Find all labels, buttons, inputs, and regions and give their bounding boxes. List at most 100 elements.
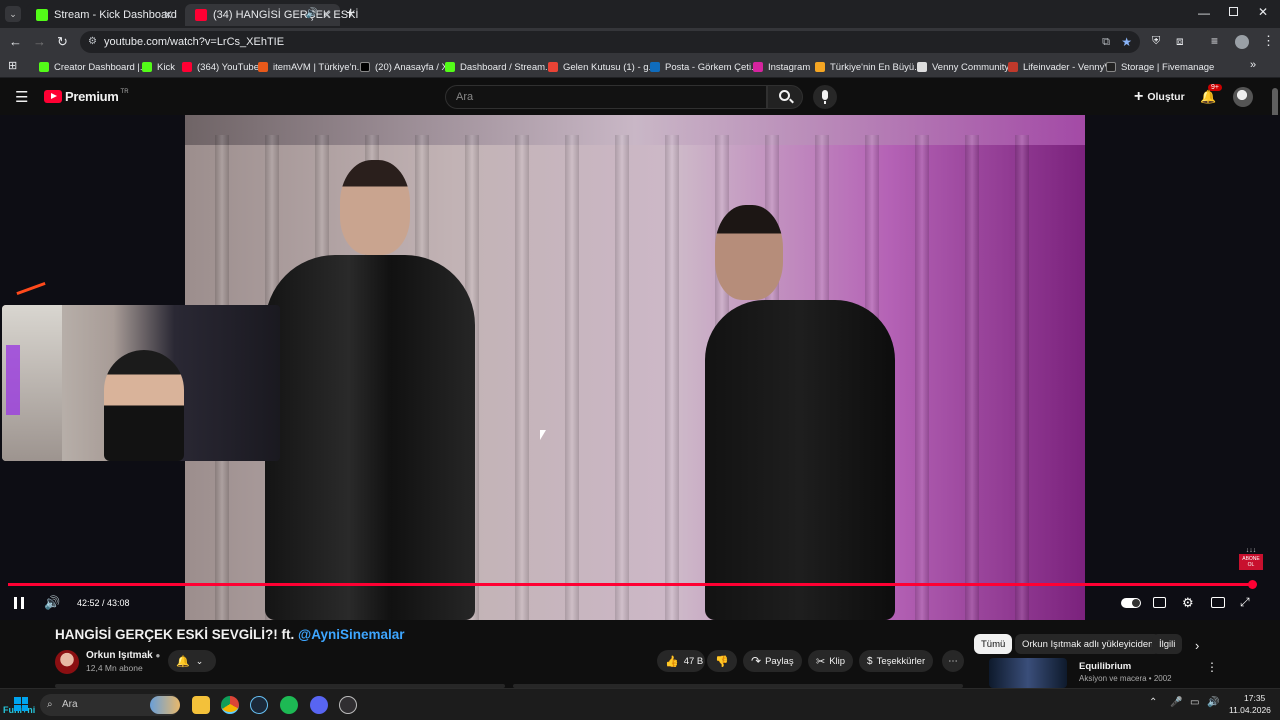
- video-player[interactable]: ↓↓↓ ABONE OL: [0, 115, 1280, 620]
- bookmark-item[interactable]: (364) YouTube: [182, 60, 259, 74]
- youtube-logo[interactable]: Premium TR: [44, 89, 129, 104]
- spotify-icon[interactable]: [280, 696, 298, 714]
- discord-icon[interactable]: [310, 696, 328, 714]
- bookmark-item[interactable]: Gelen Kutusu (1) - g...: [548, 60, 656, 74]
- recommendation-thumbnail[interactable]: [989, 658, 1067, 688]
- chip-related[interactable]: İlgili: [1152, 634, 1183, 654]
- thanks-button[interactable]: $ Teşekkürler: [859, 650, 934, 672]
- install-app-icon[interactable]: ⧉: [1102, 31, 1110, 53]
- notifications-button[interactable]: 🔔 9+: [1200, 84, 1222, 106]
- mention-link[interactable]: @AyniSinemalar: [298, 627, 404, 642]
- bookmark-item[interactable]: Türkiye'nin En Büyü...: [815, 60, 922, 74]
- minimize-icon[interactable]: —: [1198, 6, 1210, 20]
- browser-menu-icon[interactable]: ⋮: [1262, 33, 1275, 49]
- chip-from-uploader[interactable]: Orkun Işıtmak adlı yükleyiciden: [1015, 634, 1161, 654]
- more-bookmarks-icon[interactable]: »: [1250, 59, 1256, 71]
- taskbar-search[interactable]: ⌕ Ara: [40, 694, 180, 716]
- reload-icon[interactable]: ↻: [57, 34, 68, 50]
- bookmark-item[interactable]: Venny Community: [917, 60, 1009, 74]
- close-window-icon[interactable]: ✕: [1258, 5, 1268, 19]
- browser-toolbar: ← → ↻ ⚙ youtube.com/watch?v=LrCs_XEhTIE …: [0, 28, 1280, 56]
- bookmark-item[interactable]: itemAVM | Türkiye'n...: [258, 60, 365, 74]
- bookmark-item[interactable]: Posta - Görkem Çeti...: [650, 60, 759, 74]
- notification-bell-button[interactable]: 🔔 ⌄: [168, 650, 216, 672]
- extension-icon[interactable]: ⛨: [1152, 35, 1160, 48]
- clock-time[interactable]: 17:35: [1244, 693, 1265, 703]
- address-bar[interactable]: ⚙ youtube.com/watch?v=LrCs_XEhTIE ⧉ ★: [80, 31, 1140, 53]
- apps-grid-icon[interactable]: ⊞: [8, 59, 17, 72]
- extensions-puzzle-icon[interactable]: ⧈: [1176, 34, 1184, 49]
- pause-icon[interactable]: [14, 597, 24, 609]
- file-explorer-icon[interactable]: [192, 696, 210, 714]
- share-button[interactable]: ↷ Paylaş: [743, 650, 802, 672]
- bookmark-item[interactable]: Creator Dashboard |...: [39, 60, 148, 74]
- youtube-header: ☰ Premium TR Ara + Oluştur 🔔 9+: [0, 79, 1280, 115]
- bookmark-item[interactable]: Instagram: [753, 60, 810, 74]
- storage-icon: [1106, 62, 1116, 72]
- like-button[interactable]: 👍 47 B: [657, 650, 705, 672]
- restore-icon[interactable]: [1229, 7, 1238, 16]
- obs-icon[interactable]: [339, 696, 357, 714]
- subtitles-icon[interactable]: [1153, 597, 1166, 608]
- logo-swoosh: [16, 281, 46, 296]
- search-button[interactable]: [767, 85, 803, 109]
- hamburger-menu-icon[interactable]: ☰: [15, 88, 28, 106]
- search-input[interactable]: Ara: [445, 85, 767, 109]
- windows-start-icon[interactable]: [14, 697, 28, 711]
- settings-gear-icon[interactable]: ⚙: [1182, 595, 1194, 611]
- person-right: [685, 205, 895, 620]
- video-progress-bar[interactable]: [8, 583, 1252, 586]
- steam-icon[interactable]: [250, 696, 268, 714]
- bookmark-item[interactable]: Lifeinvader - VennyV: [1008, 60, 1111, 74]
- bell-icon: 🔔: [1200, 89, 1217, 104]
- site-info-icon[interactable]: ⚙: [88, 31, 97, 53]
- bookmark-item[interactable]: Kick: [142, 60, 175, 74]
- youtube-icon: [195, 9, 207, 21]
- recommendation-title[interactable]: Equilibrium: [1079, 661, 1131, 672]
- back-icon[interactable]: ←: [9, 34, 22, 49]
- chevron-up-icon[interactable]: ⌃: [1149, 697, 1157, 708]
- channel-name[interactable]: Orkun Işıtmak ●: [86, 650, 160, 661]
- recommendation-menu-icon[interactable]: ⋮: [1206, 660, 1218, 674]
- volume-icon[interactable]: 🔊: [1207, 697, 1219, 708]
- fullscreen-icon[interactable]: ⤢: [1240, 595, 1250, 610]
- volume-icon[interactable]: 🔊: [44, 595, 60, 611]
- dashboard-icon: [445, 62, 455, 72]
- chevron-right-icon[interactable]: ›: [1195, 638, 1199, 653]
- bookmark-item[interactable]: (20) Anasayfa / X: [360, 60, 448, 74]
- dislike-button[interactable]: 👎: [707, 650, 737, 672]
- progress-scrubber[interactable]: [1248, 580, 1257, 589]
- close-tab-icon[interactable]: ✕: [322, 8, 332, 22]
- chip-all[interactable]: Tümü: [974, 634, 1013, 654]
- network-icon[interactable]: ▭: [1190, 697, 1199, 708]
- clip-button[interactable]: ✂ Klip: [808, 650, 854, 672]
- subscribe-watermark[interactable]: ↓↓↓ ABONE OL: [1239, 547, 1263, 573]
- voice-search-button[interactable]: [813, 85, 837, 109]
- more-actions-button[interactable]: ⋯: [942, 650, 964, 672]
- close-tab-icon[interactable]: ✕: [163, 8, 173, 22]
- channel-avatar[interactable]: [1233, 87, 1253, 107]
- streamer-webcam: [2, 305, 280, 461]
- tab-kick-dashboard[interactable]: Stream - Kick Dashboard ✕: [26, 4, 181, 26]
- create-button[interactable]: + Oluştur: [1134, 86, 1185, 108]
- profile-avatar[interactable]: [1235, 35, 1249, 49]
- mouse-cursor: [540, 430, 546, 440]
- media-control-icon[interactable]: ≡: [1211, 34, 1218, 48]
- plus-icon: +: [1134, 88, 1144, 105]
- bookmark-item[interactable]: Storage | Fivemanage: [1106, 60, 1214, 74]
- bookmark-item[interactable]: Dashboard / Stream...: [445, 60, 553, 74]
- new-tab-button[interactable]: +: [346, 5, 355, 23]
- tab-search-icon[interactable]: ⌄: [5, 6, 21, 22]
- miniplayer-icon[interactable]: [1211, 597, 1225, 608]
- forward-icon[interactable]: →: [33, 34, 46, 49]
- speaker-icon[interactable]: 🔊: [306, 8, 318, 19]
- microphone-icon[interactable]: 🎤: [1170, 697, 1182, 708]
- youtube-icon: [182, 62, 192, 72]
- chrome-icon[interactable]: [221, 696, 239, 714]
- clock-date[interactable]: 11.04.2026: [1229, 705, 1271, 715]
- person-left: [245, 160, 485, 620]
- bookmark-star-icon[interactable]: ★: [1121, 31, 1132, 53]
- autoplay-toggle[interactable]: [1121, 598, 1141, 608]
- tab-youtube-video[interactable]: (34) HANGİSİ GERÇEK ESKİ 🔊 ✕: [185, 4, 358, 26]
- channel-avatar[interactable]: [55, 650, 79, 674]
